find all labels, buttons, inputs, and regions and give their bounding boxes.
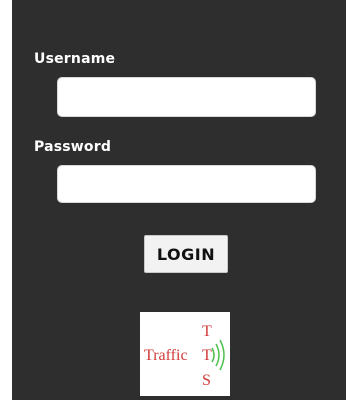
traffic-logo: Traffic T T S [140,312,230,396]
logo-letter-bottom: S [202,372,211,389]
password-label: Password [34,139,112,155]
logo-letter-middle: T [202,347,212,364]
username-label: Username [34,51,116,67]
signal-waves-icon [211,339,225,371]
login-button[interactable]: LOGIN [144,235,228,273]
password-input[interactable] [57,165,316,203]
username-input[interactable] [57,77,316,117]
logo-word: Traffic [144,347,188,364]
traffic-logo-graphic: Traffic T T S [144,323,225,389]
logo-letter-top: T [202,323,212,340]
